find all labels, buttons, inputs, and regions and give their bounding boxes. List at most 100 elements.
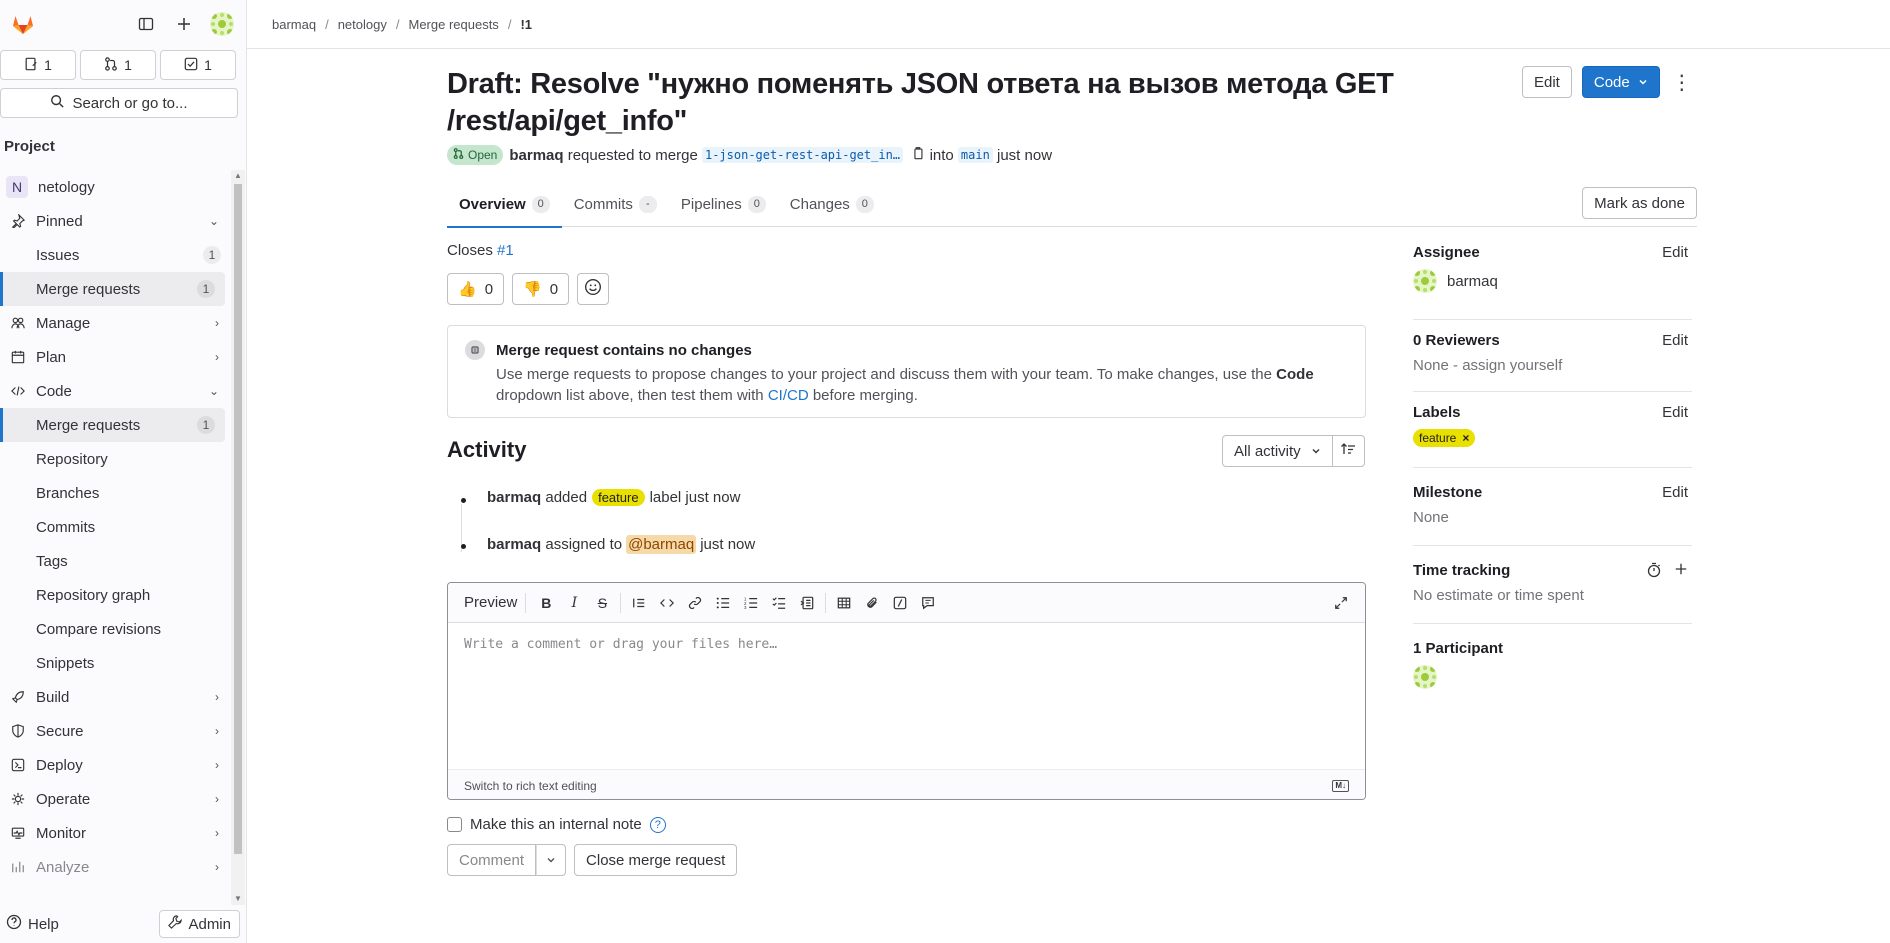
sidebar-item-branches[interactable]: Branches bbox=[0, 476, 231, 510]
shield-icon bbox=[8, 724, 28, 738]
toggle-sidebar-icon[interactable] bbox=[134, 12, 158, 36]
label-chip[interactable]: feature bbox=[592, 489, 645, 506]
tab-pipelines[interactable]: Pipelines 0 bbox=[669, 181, 778, 227]
code-dropdown-button[interactable]: Code bbox=[1581, 66, 1660, 98]
label-chip[interactable]: feature × bbox=[1413, 429, 1476, 447]
question-icon[interactable]: ? bbox=[649, 816, 666, 833]
thumbs-up-button[interactable]: 👍 0 bbox=[447, 273, 505, 305]
task-list-icon[interactable] bbox=[765, 589, 793, 617]
assignee-user[interactable]: barmaq bbox=[1413, 269, 1692, 293]
plus-icon[interactable] bbox=[1674, 562, 1688, 582]
reviewers-value[interactable]: None - assign yourself bbox=[1413, 357, 1692, 374]
thumbs-down-button[interactable]: 👎 0 bbox=[512, 273, 570, 305]
slash-command-icon[interactable] bbox=[886, 589, 914, 617]
sidebar-scrollbar[interactable]: ▲ ▼ bbox=[231, 170, 245, 905]
bold-icon[interactable]: B bbox=[532, 589, 560, 617]
quote-icon[interactable] bbox=[625, 589, 653, 617]
cicd-link[interactable]: CI/CD bbox=[768, 387, 809, 404]
sidebar-item-compare-revisions[interactable]: Compare revisions bbox=[0, 612, 231, 646]
tab-changes[interactable]: Changes 0 bbox=[778, 181, 886, 227]
mark-as-done-button[interactable]: Mark as done bbox=[1582, 187, 1697, 219]
tab-commits[interactable]: Commits - bbox=[562, 181, 669, 227]
breadcrumb-item[interactable]: Merge requests bbox=[408, 17, 498, 32]
target-branch[interactable]: main bbox=[957, 147, 993, 163]
sidebar-item-pinned[interactable]: Pinned ⌄ bbox=[0, 204, 231, 238]
collapsible-icon[interactable] bbox=[793, 589, 821, 617]
fullscreen-icon[interactable] bbox=[1327, 589, 1355, 617]
issues-count-button[interactable]: 1 bbox=[0, 50, 76, 80]
breadcrumb-item[interactable]: netology bbox=[338, 17, 387, 32]
sidebar-item-project[interactable]: N netology bbox=[0, 170, 231, 204]
user-avatar[interactable] bbox=[210, 12, 234, 36]
italic-icon[interactable]: I bbox=[560, 589, 588, 617]
sidebar-item-operate[interactable]: Operate › bbox=[0, 782, 231, 816]
comment-options-dropdown[interactable] bbox=[536, 844, 567, 876]
preview-tab[interactable]: Preview bbox=[456, 592, 527, 613]
strikethrough-icon[interactable]: S bbox=[588, 589, 616, 617]
sidebar-bottom: Help Admin bbox=[0, 905, 246, 943]
comment-textarea[interactable]: Write a comment or drag your files here… bbox=[448, 623, 1365, 769]
edit-button[interactable]: Edit bbox=[1522, 66, 1572, 98]
breadcrumb-item[interactable]: barmaq bbox=[272, 17, 316, 32]
sidebar-item-issues[interactable]: Issues 1 bbox=[0, 238, 231, 272]
comment-button[interactable]: Comment bbox=[447, 844, 537, 876]
user-mention[interactable]: @barmaq bbox=[626, 535, 697, 554]
sidebar-item-repository[interactable]: Repository bbox=[0, 442, 231, 476]
scroll-up-icon[interactable]: ▲ bbox=[231, 170, 245, 182]
more-actions-icon[interactable]: ⋮ bbox=[1670, 70, 1694, 95]
sidebar-item-deploy[interactable]: Deploy › bbox=[0, 748, 231, 782]
add-reaction-button[interactable] bbox=[577, 273, 610, 305]
sidebar-item-snippets[interactable]: Snippets bbox=[0, 646, 231, 680]
mr-count-button[interactable]: 1 bbox=[80, 50, 156, 80]
participant[interactable] bbox=[1413, 665, 1692, 689]
scroll-down-icon[interactable]: ▼ bbox=[231, 893, 245, 905]
comment-template-icon[interactable] bbox=[914, 589, 942, 617]
activity-user[interactable]: barmaq bbox=[487, 536, 541, 553]
numbered-list-icon[interactable]: 123 bbox=[737, 589, 765, 617]
gitlab-logo-icon[interactable] bbox=[8, 9, 38, 39]
markdown-icon[interactable]: M↓ bbox=[1332, 779, 1349, 792]
tab-overview[interactable]: Overview 0 bbox=[447, 181, 562, 228]
no-changes-text: before merging. bbox=[812, 387, 918, 404]
sidebar-item-build[interactable]: Build › bbox=[0, 680, 231, 714]
admin-button[interactable]: Admin bbox=[159, 910, 240, 938]
reviewers-edit-button[interactable]: Edit bbox=[1662, 332, 1688, 349]
sidebar-item-commits[interactable]: Commits bbox=[0, 510, 231, 544]
sidebar-item-merge-requests-pinned[interactable]: Merge requests 1 bbox=[0, 272, 225, 306]
code-icon[interactable] bbox=[653, 589, 681, 617]
sidebar-item-plan[interactable]: Plan › bbox=[0, 340, 231, 374]
switch-rich-text-link[interactable]: Switch to rich text editing bbox=[464, 779, 597, 793]
table-icon[interactable] bbox=[830, 589, 858, 617]
stopwatch-icon[interactable] bbox=[1646, 562, 1662, 582]
sidebar-item-merge-requests[interactable]: Merge requests 1 bbox=[0, 408, 225, 442]
sidebar-item-tags[interactable]: Tags bbox=[0, 544, 231, 578]
milestone-edit-button[interactable]: Edit bbox=[1662, 484, 1688, 501]
scrollbar-thumb[interactable] bbox=[234, 184, 242, 854]
sort-order-button[interactable] bbox=[1332, 435, 1365, 467]
sidebar-item-secure[interactable]: Secure › bbox=[0, 714, 231, 748]
sidebar-item-monitor[interactable]: Monitor › bbox=[0, 816, 231, 850]
link-icon[interactable] bbox=[681, 589, 709, 617]
closes-issue-link[interactable]: #1 bbox=[497, 242, 514, 259]
activity-filter-dropdown[interactable]: All activity bbox=[1222, 435, 1333, 467]
sidebar-item-manage[interactable]: Manage › bbox=[0, 306, 231, 340]
source-branch[interactable]: 1-json-get-rest-api-get_in… bbox=[701, 147, 904, 163]
close-merge-request-button[interactable]: Close merge request bbox=[574, 844, 738, 876]
sidebar-item-repository-graph[interactable]: Repository graph bbox=[0, 578, 231, 612]
help-button[interactable]: Help bbox=[6, 914, 59, 934]
sidebar-item-code[interactable]: Code ⌄ bbox=[0, 374, 231, 408]
copy-icon[interactable] bbox=[911, 146, 925, 164]
close-icon[interactable]: × bbox=[1462, 431, 1469, 445]
plus-icon[interactable] bbox=[172, 12, 196, 36]
bullet-list-icon[interactable] bbox=[709, 589, 737, 617]
search-button[interactable]: Search or go to... bbox=[0, 88, 238, 118]
internal-note-checkbox[interactable] bbox=[447, 817, 462, 832]
labels-edit-button[interactable]: Edit bbox=[1662, 404, 1688, 421]
author-link[interactable]: barmaq bbox=[509, 147, 563, 164]
activity-user[interactable]: barmaq bbox=[487, 489, 541, 506]
sidebar-item-analyze[interactable]: Analyze › bbox=[0, 850, 231, 884]
breadcrumb-item[interactable]: !1 bbox=[520, 17, 532, 32]
attachment-icon[interactable] bbox=[858, 589, 886, 617]
todo-count-button[interactable]: 1 bbox=[160, 50, 236, 80]
assignee-edit-button[interactable]: Edit bbox=[1662, 244, 1688, 261]
